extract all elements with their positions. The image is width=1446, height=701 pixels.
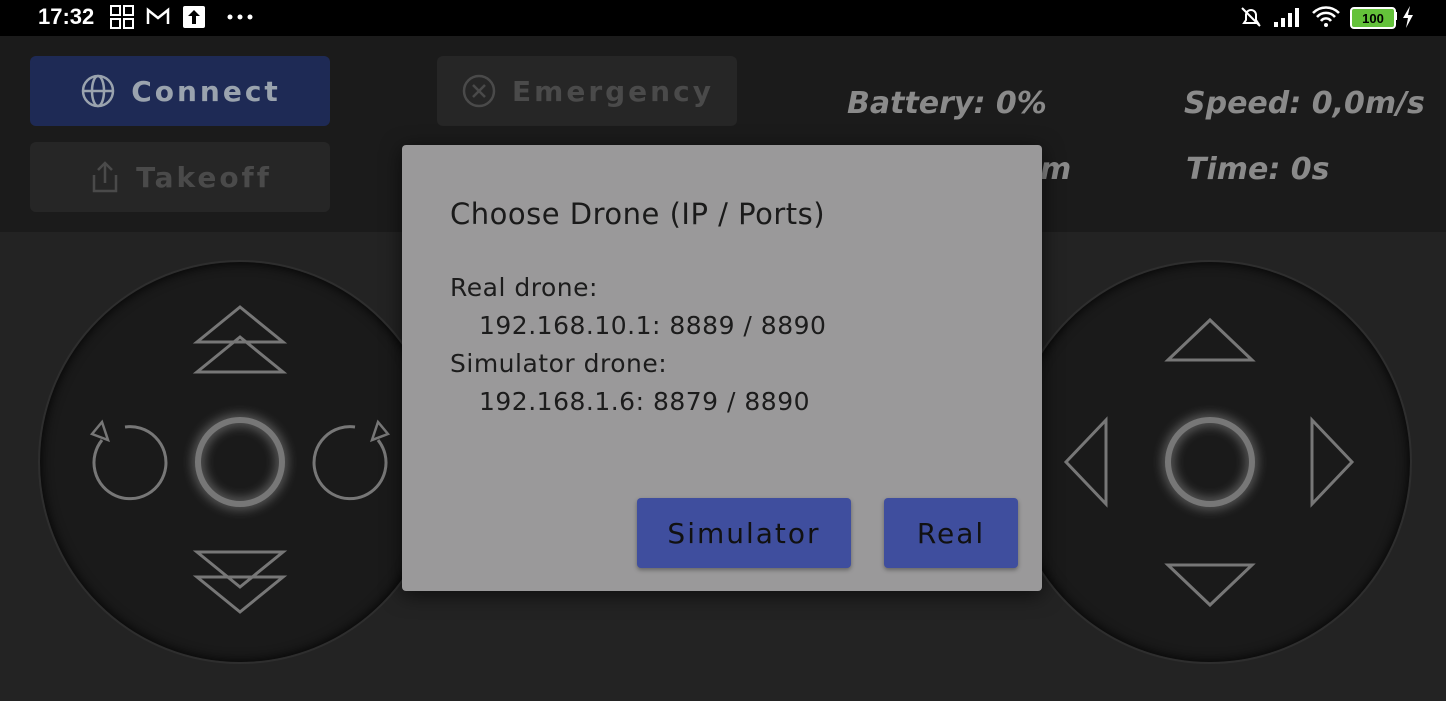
wifi-icon (1312, 6, 1340, 27)
battery-tip (1394, 12, 1397, 20)
real-drone-address: 192.168.10.1: 8889 / 8890 (479, 311, 827, 340)
simulator-button[interactable]: Simulator (637, 498, 851, 568)
dialog-title: Choose Drone (IP / Ports) (450, 197, 826, 231)
real-drone-heading: Real drone: (450, 273, 598, 302)
status-bar: 17:32 100 (0, 0, 1446, 36)
status-time: 17:32 (38, 4, 95, 29)
gmail-icon (146, 7, 170, 24)
charging-icon (1403, 6, 1413, 28)
battery-level: 100 (1362, 10, 1384, 26)
real-button[interactable]: Real (884, 498, 1018, 568)
choose-drone-dialog: Choose Drone (IP / Ports) Real drone: 19… (402, 145, 1042, 591)
simulator-drone-heading: Simulator drone: (450, 349, 668, 378)
signal-icon (1274, 8, 1299, 27)
more-dots-icon (227, 14, 253, 20)
upload-icon (183, 6, 205, 28)
simulator-drone-address: 192.168.1.6: 8879 / 8890 (479, 387, 811, 416)
battery-icon: 100 (1350, 7, 1396, 29)
alarm-off-icon (1241, 7, 1261, 27)
grid-icon (110, 5, 134, 29)
